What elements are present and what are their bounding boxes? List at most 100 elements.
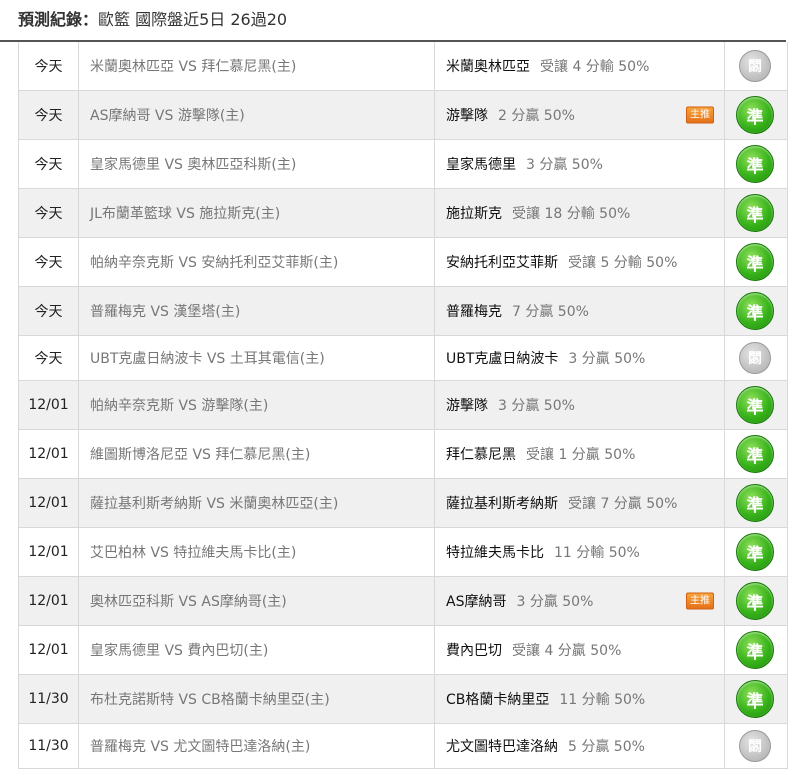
row-result: 閟 <box>725 42 785 90</box>
prediction-detail: 11 分輸 50% <box>554 545 640 561</box>
prediction-detail: 3 分贏 50% <box>498 398 575 414</box>
row-prediction: AS摩納哥 3 分贏 50% 主推 <box>435 577 725 625</box>
row-prediction: 費內巴切 受讓 4 分贏 50% <box>435 626 725 674</box>
row-result: 準 <box>725 626 785 674</box>
header-title: 預測紀錄： <box>18 10 99 29</box>
result-pending-icon: 閟 <box>739 342 771 374</box>
row-match-link[interactable]: 米蘭奧林匹亞 VS 拜仁慕尼黑(主) <box>79 42 435 90</box>
prediction-detail: 3 分贏 50% <box>568 351 646 367</box>
row-match-link[interactable]: 皇家馬德里 VS 奧林匹亞科斯(主) <box>79 140 435 188</box>
row-date: 11/30 <box>19 724 79 768</box>
recommend-badge: 主推 <box>686 592 714 610</box>
prediction-table: 今天 米蘭奧林匹亞 VS 拜仁慕尼黑(主) 米蘭奧林匹亞 受讓 4 分輸 50% 閟今天… <box>18 42 788 769</box>
recommend-badge: 主推 <box>686 106 714 124</box>
table-row: 今天 普羅梅克 VS 漢堡塔(主) 普羅梅克 7 分贏 50% 準 <box>19 287 787 336</box>
prediction-detail: 受讓 7 分贏 50% <box>568 496 678 512</box>
result-win-icon: 準 <box>736 680 774 718</box>
row-prediction: 普羅梅克 7 分贏 50% <box>435 287 725 335</box>
prediction-pick: 皇家馬德里 <box>446 157 516 173</box>
row-prediction: 施拉斯克 受讓 18 分輸 50% <box>435 189 725 237</box>
row-prediction: 米蘭奧林匹亞 受讓 4 分輸 50% <box>435 42 725 90</box>
table-row: 12/01 艾巴柏林 VS 特拉維夫馬卡比(主) 特拉維夫馬卡比 11 分輸 50% 準 <box>19 528 787 577</box>
row-date: 今天 <box>19 238 79 286</box>
prediction-pick: 拜仁慕尼黑 <box>446 447 516 463</box>
prediction-detail: 受讓 18 分輸 50% <box>512 206 631 222</box>
row-date: 12/01 <box>19 430 79 478</box>
row-match-link[interactable]: JL布蘭革籃球 VS 施拉斯克(主) <box>79 189 435 237</box>
row-match-link[interactable]: 奧林匹亞科斯 VS AS摩納哥(主) <box>79 577 435 625</box>
table-row: 12/01 皇家馬德里 VS 費內巴切(主) 費內巴切 受讓 4 分贏 50% 準 <box>19 626 787 675</box>
result-win-icon: 準 <box>736 145 774 183</box>
row-match-link[interactable]: 帕納辛奈克斯 VS 安納托利亞艾菲斯(主) <box>79 238 435 286</box>
prediction-detail: 受讓 5 分輸 50% <box>568 255 678 271</box>
row-match-link[interactable]: 艾巴柏林 VS 特拉維夫馬卡比(主) <box>79 528 435 576</box>
row-result: 準 <box>725 528 785 576</box>
row-date: 今天 <box>19 91 79 139</box>
row-prediction: 游擊隊 3 分贏 50% <box>435 381 725 429</box>
table-row: 今天 皇家馬德里 VS 奧林匹亞科斯(主) 皇家馬德里 3 分贏 50% 準 <box>19 140 787 189</box>
table-row: 11/30 普羅梅克 VS 尤文圖特巴達洛納(主) 尤文圖特巴達洛納 5 分贏 50%… <box>19 724 787 769</box>
row-date: 今天 <box>19 336 79 380</box>
row-match-link[interactable]: 普羅梅克 VS 漢堡塔(主) <box>79 287 435 335</box>
row-date: 今天 <box>19 42 79 90</box>
row-match-link[interactable]: 布杜克諾斯特 VS CB格蘭卡納里亞(主) <box>79 675 435 723</box>
prediction-pick: CB格蘭卡納里亞 <box>446 692 550 708</box>
table-row: 11/30 布杜克諾斯特 VS CB格蘭卡納里亞(主) CB格蘭卡納里亞 11 分輸 … <box>19 675 787 724</box>
prediction-pick: 特拉維夫馬卡比 <box>446 545 544 561</box>
row-result: 準 <box>725 479 785 527</box>
row-match-link[interactable]: 普羅梅克 VS 尤文圖特巴達洛納(主) <box>79 724 435 768</box>
row-match-link[interactable]: 皇家馬德里 VS 費內巴切(主) <box>79 626 435 674</box>
result-win-icon: 準 <box>736 96 774 134</box>
row-result: 準 <box>725 577 785 625</box>
row-prediction: 尤文圖特巴達洛納 5 分贏 50% <box>435 724 725 768</box>
prediction-detail: 3 分贏 50% <box>526 157 603 173</box>
row-result: 準 <box>725 238 785 286</box>
prediction-pick: 尤文圖特巴達洛納 <box>446 739 558 755</box>
row-match-link[interactable]: AS摩納哥 VS 游擊隊(主) <box>79 91 435 139</box>
prediction-pick: 安納托利亞艾菲斯 <box>446 255 558 271</box>
prediction-detail: 5 分贏 50% <box>568 739 645 755</box>
table-row: 今天 米蘭奧林匹亞 VS 拜仁慕尼黑(主) 米蘭奧林匹亞 受讓 4 分輸 50% 閟 <box>19 42 787 91</box>
prediction-detail: 11 分輸 50% <box>559 692 646 708</box>
page-header: 預測紀錄：歐籃 國際盤近5日 26過20 <box>0 0 786 42</box>
row-match-link[interactable]: 帕納辛奈克斯 VS 游擊隊(主) <box>79 381 435 429</box>
prediction-pick: 游擊隊 <box>446 108 488 124</box>
row-result: 準 <box>725 140 785 188</box>
prediction-detail: 7 分贏 50% <box>512 304 589 320</box>
prediction-pick: AS摩納哥 <box>446 594 507 610</box>
row-result: 準 <box>725 287 785 335</box>
result-win-icon: 準 <box>736 243 774 281</box>
prediction-detail: 受讓 4 分贏 50% <box>512 643 622 659</box>
row-prediction: 游擊隊 2 分贏 50% 主推 <box>435 91 725 139</box>
prediction-pick: 米蘭奧林匹亞 <box>446 59 530 75</box>
row-match-link[interactable]: UBT克盧日納波卡 VS 土耳其電信(主) <box>79 336 435 380</box>
row-result: 準 <box>725 381 785 429</box>
table-row: 12/01 帕納辛奈克斯 VS 游擊隊(主) 游擊隊 3 分贏 50% 準 <box>19 381 787 430</box>
result-win-icon: 準 <box>736 386 774 424</box>
prediction-detail: 受讓 4 分輸 50% <box>540 59 650 75</box>
row-date: 12/01 <box>19 528 79 576</box>
result-pending-icon: 閟 <box>739 730 771 762</box>
row-prediction: 拜仁慕尼黑 受讓 1 分贏 50% <box>435 430 725 478</box>
row-date: 12/01 <box>19 626 79 674</box>
row-match-link[interactable]: 薩拉基利斯考納斯 VS 米蘭奧林匹亞(主) <box>79 479 435 527</box>
prediction-pick: 施拉斯克 <box>446 206 502 222</box>
result-win-icon: 準 <box>736 582 774 620</box>
result-win-icon: 準 <box>736 194 774 232</box>
prediction-pick: 普羅梅克 <box>446 304 502 320</box>
row-date: 今天 <box>19 287 79 335</box>
row-date: 12/01 <box>19 381 79 429</box>
prediction-pick: UBT克盧日納波卡 <box>446 351 559 367</box>
table-row: 今天 UBT克盧日納波卡 VS 土耳其電信(主) UBT克盧日納波卡 3 分贏 50%… <box>19 336 787 381</box>
row-result: 閟 <box>725 336 785 380</box>
result-win-icon: 準 <box>736 292 774 330</box>
prediction-detail: 2 分贏 50% <box>498 108 575 124</box>
row-prediction: CB格蘭卡納里亞 11 分輸 50% <box>435 675 725 723</box>
result-win-icon: 準 <box>736 631 774 669</box>
prediction-detail: 3 分贏 50% <box>516 594 594 610</box>
table-row: 今天 帕納辛奈克斯 VS 安納托利亞艾菲斯(主) 安納托利亞艾菲斯 受讓 5 分輸 5… <box>19 238 787 287</box>
table-row: 12/01 維圖斯博洛尼亞 VS 拜仁慕尼黑(主) 拜仁慕尼黑 受讓 1 分贏 50%… <box>19 430 787 479</box>
row-date: 今天 <box>19 140 79 188</box>
result-win-icon: 準 <box>736 484 774 522</box>
row-match-link[interactable]: 維圖斯博洛尼亞 VS 拜仁慕尼黑(主) <box>79 430 435 478</box>
